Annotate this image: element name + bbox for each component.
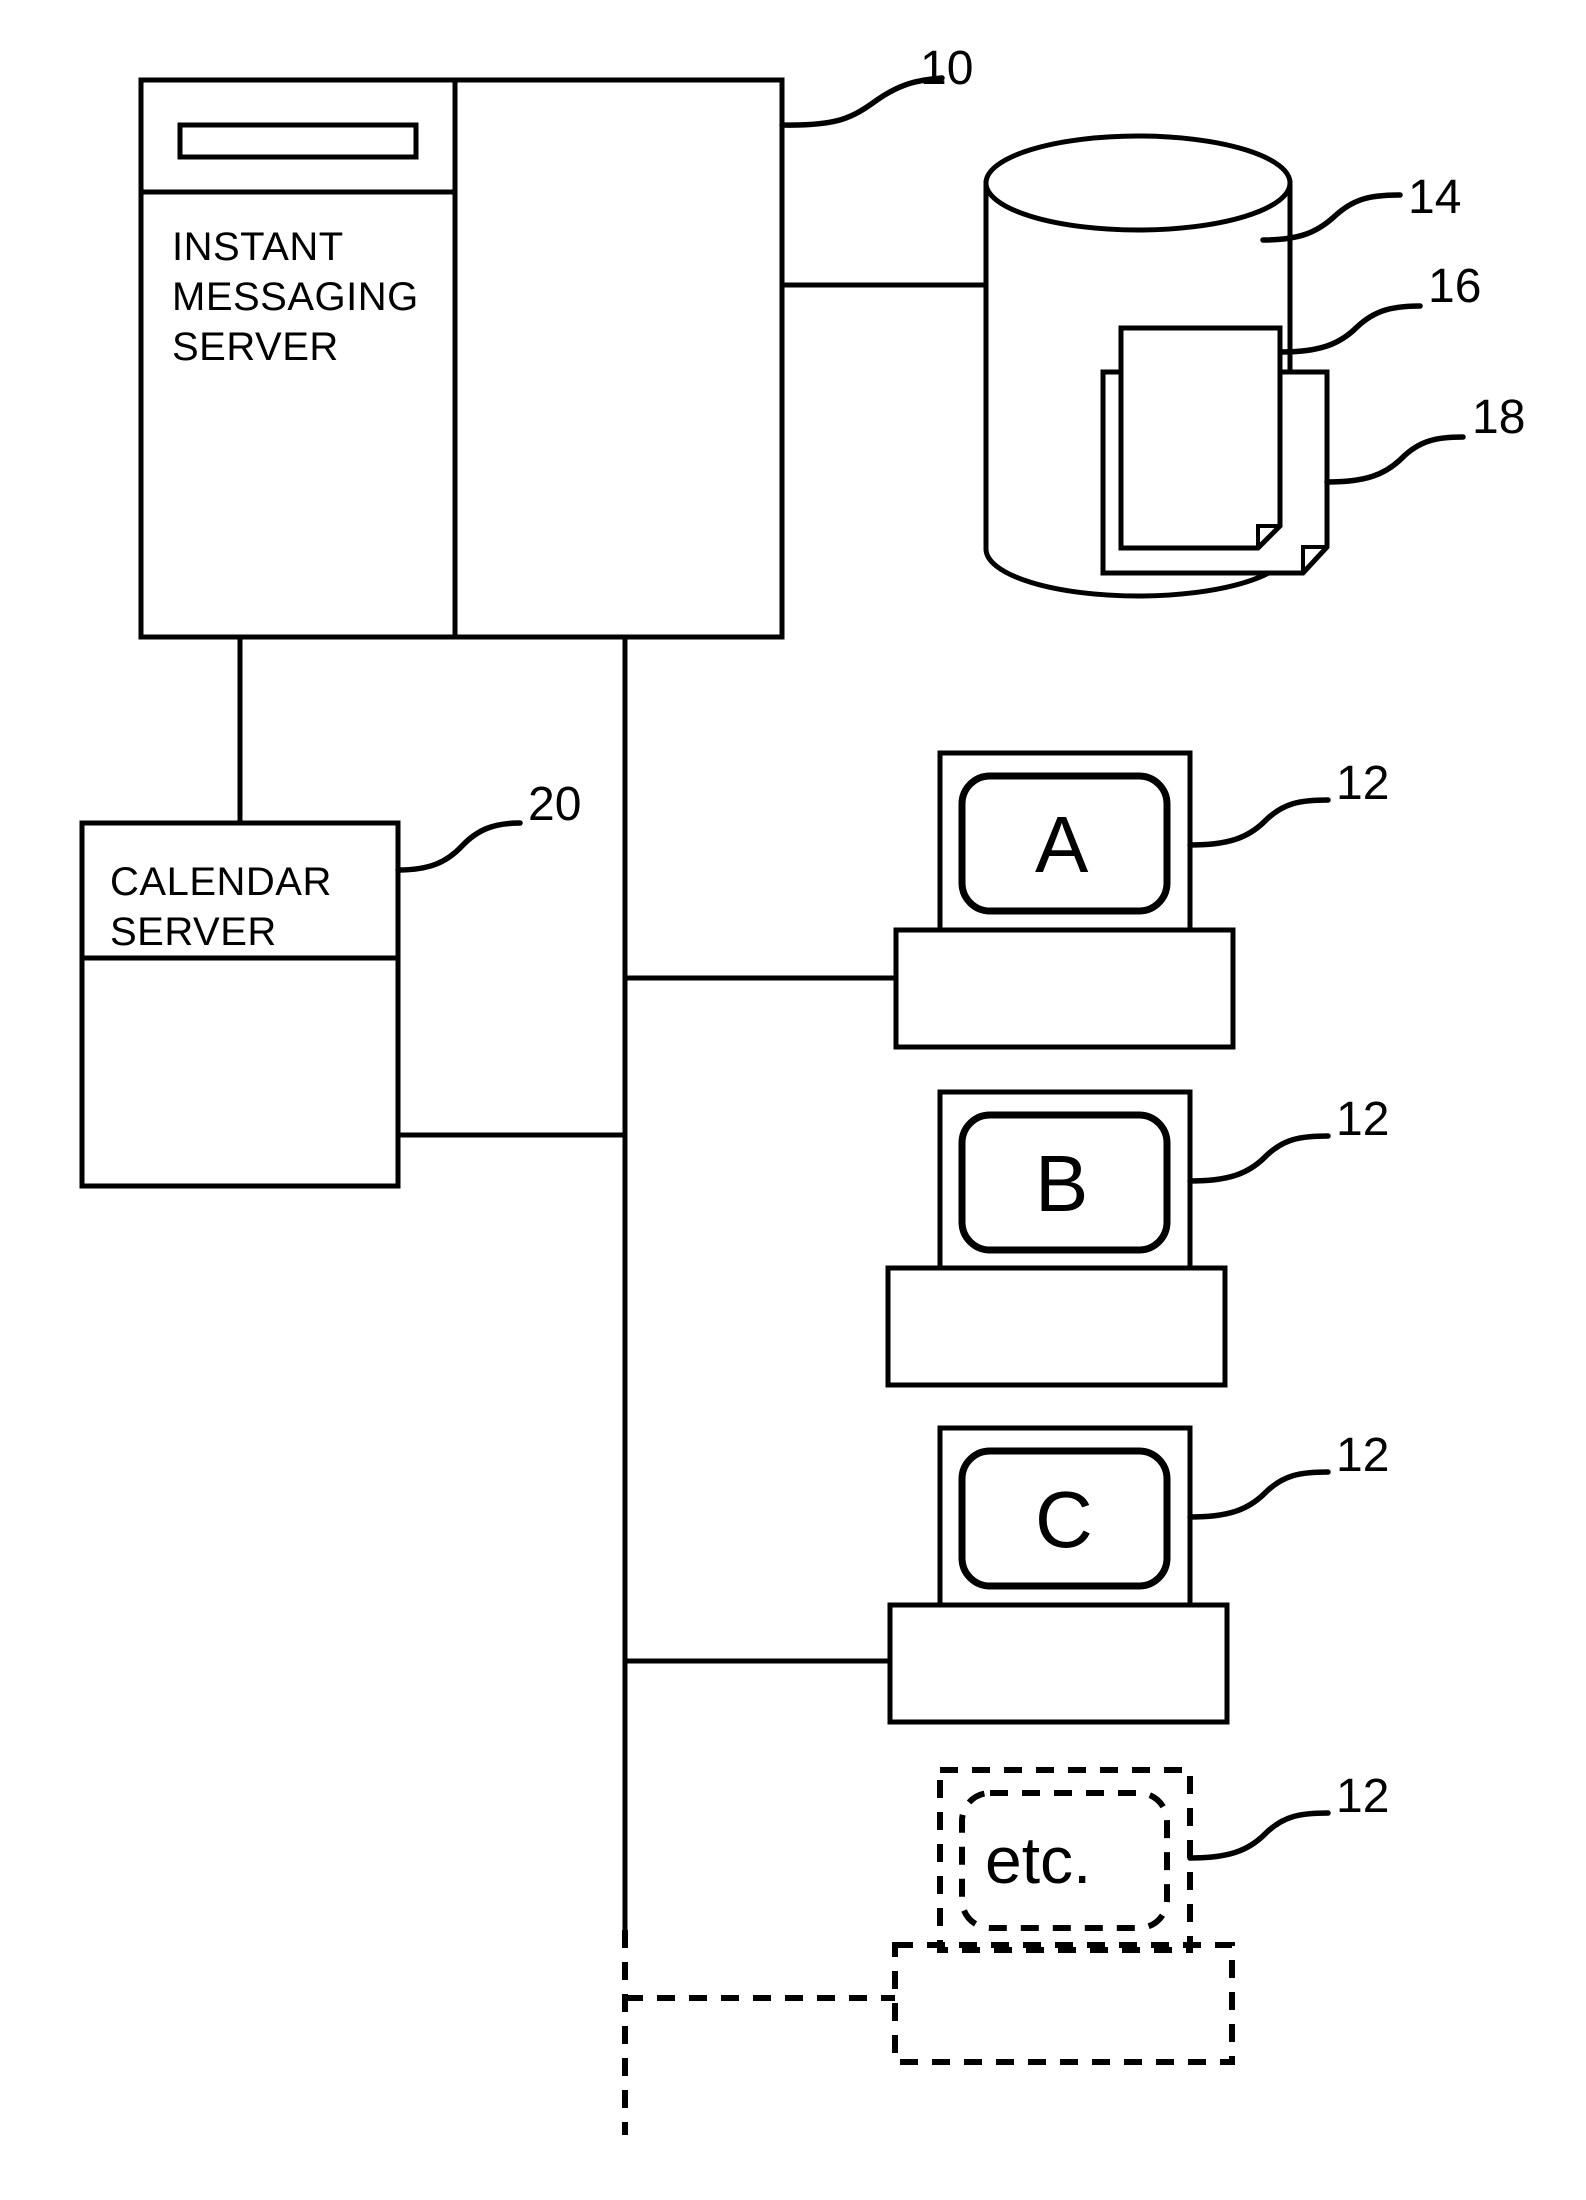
ref-numeral-12-etc: 12 xyxy=(1336,1770,1389,1823)
terminal-c-base xyxy=(887,1602,1230,1725)
leader-line-12-etc xyxy=(1187,1810,1331,1861)
document-front-body xyxy=(1118,325,1283,551)
reference-leader-20: 20 xyxy=(395,778,581,873)
calendar-server-label-line1: CALENDAR xyxy=(110,860,332,904)
calendar-server-label-line2: SERVER xyxy=(110,910,277,954)
ref-numeral-10: 10 xyxy=(920,42,973,95)
patent-diagram-canvas: INSTANT MESSAGING SERVER 10 14 18 16 CAL… xyxy=(79,42,1525,2135)
terminal-c[interactable]: C xyxy=(887,1425,1230,1725)
leader-line-20 xyxy=(395,820,523,873)
terminal-c-screen-label: C xyxy=(1035,1475,1093,1564)
leader-line-12-a xyxy=(1187,797,1331,848)
reference-leader-16: 16 xyxy=(1278,260,1481,355)
instant-messaging-server[interactable]: INSTANT MESSAGING SERVER xyxy=(138,77,785,640)
ref-numeral-12-b: 12 xyxy=(1336,1093,1389,1146)
im-server-label-line2: MESSAGING xyxy=(172,275,419,319)
terminal-etc-screen-label: etc. xyxy=(985,1823,1091,1897)
im-server-label-line1: INSTANT xyxy=(172,225,344,269)
reference-leader-10: 10 xyxy=(779,42,973,128)
ref-numeral-18: 18 xyxy=(1472,391,1525,444)
reference-leader-12-etc: 12 xyxy=(1187,1770,1389,1861)
terminal-a-base xyxy=(893,927,1236,1050)
im-server-label-line3: SERVER xyxy=(172,325,339,369)
im-server-drive-slot xyxy=(177,122,419,160)
terminal-a-screen-label: A xyxy=(1035,800,1089,889)
reference-leader-14: 14 xyxy=(1260,171,1461,243)
ref-numeral-20: 20 xyxy=(528,778,581,831)
terminal-etc-base xyxy=(892,1942,1235,2065)
document-front[interactable] xyxy=(1118,325,1283,551)
leader-line-10 xyxy=(779,75,945,128)
ref-numeral-16: 16 xyxy=(1428,260,1481,313)
ref-numeral-12-c: 12 xyxy=(1336,1429,1389,1482)
database-top-ellipse xyxy=(983,133,1293,233)
leader-line-12-b xyxy=(1187,1133,1331,1184)
terminal-a[interactable]: A xyxy=(893,750,1236,1050)
ref-numeral-14: 14 xyxy=(1408,171,1461,224)
terminal-etc[interactable]: etc. xyxy=(892,1767,1235,2065)
terminal-b[interactable]: B xyxy=(885,1089,1228,1388)
reference-leader-12-c: 12 xyxy=(1187,1429,1389,1520)
figure-root: INSTANT MESSAGING SERVER 10 14 18 16 CAL… xyxy=(0,0,1586,2200)
ref-numeral-12-a: 12 xyxy=(1336,757,1389,810)
leader-line-18 xyxy=(1324,434,1466,485)
leader-line-16 xyxy=(1278,303,1423,355)
reference-leader-12-a: 12 xyxy=(1187,757,1389,848)
leader-line-12-c xyxy=(1187,1469,1331,1520)
reference-leader-12-b: 12 xyxy=(1187,1093,1389,1184)
terminal-b-screen-label: B xyxy=(1035,1139,1088,1228)
calendar-server[interactable]: CALENDAR SERVER xyxy=(79,820,401,1189)
reference-leader-18: 18 xyxy=(1324,391,1525,485)
terminal-b-base xyxy=(885,1265,1228,1388)
